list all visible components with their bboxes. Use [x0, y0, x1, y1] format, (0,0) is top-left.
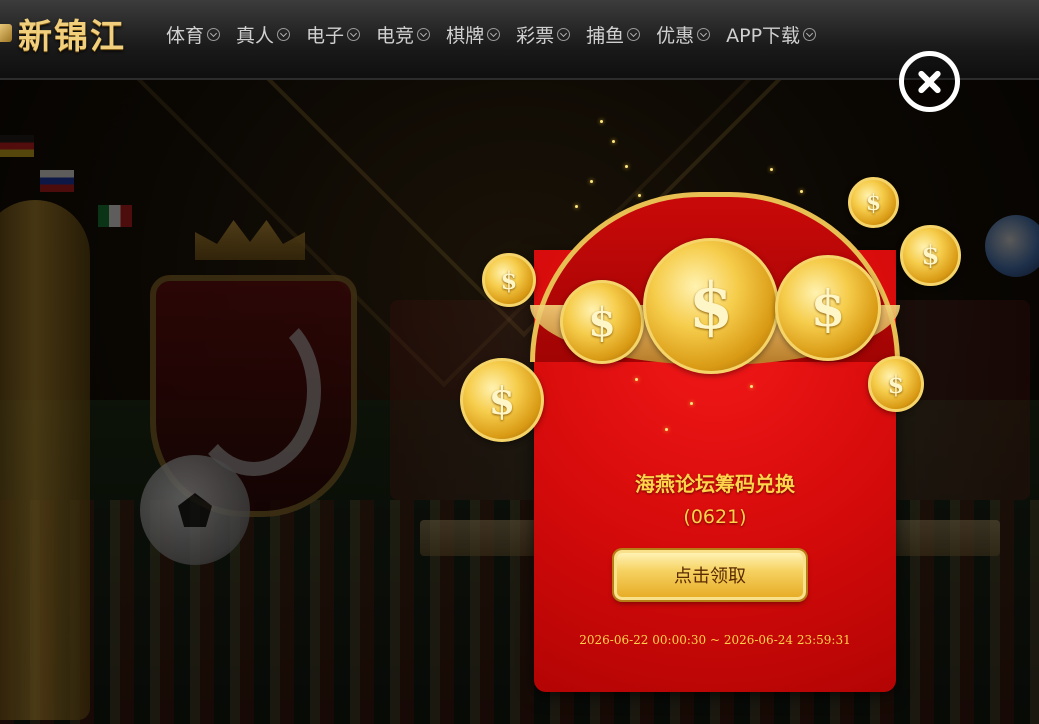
red-envelope-popup: $ $ $ $ $ $ $ $ 海燕论坛筹码兑换 (0621) 点击领取 202… — [460, 110, 961, 700]
chevron-down-icon — [207, 27, 221, 41]
sparkle-decoration — [800, 190, 803, 193]
claim-button-label: 点击领取 — [674, 566, 746, 587]
gold-coin-icon: $ — [643, 238, 779, 374]
gold-coin-icon: $ — [900, 225, 961, 286]
sparkle-decoration — [690, 402, 693, 405]
gold-coin-icon: $ — [460, 358, 544, 442]
nav-item-label: APP下载 — [726, 24, 801, 47]
nav-item-app-download[interactable]: APP下载 — [726, 21, 817, 48]
nav-item-label: 捕鱼 — [586, 24, 625, 47]
nav-item-label: 电子 — [306, 24, 345, 47]
nav-item-label: 电竞 — [376, 24, 415, 47]
nav-item-promotions[interactable]: 优惠 — [656, 21, 711, 48]
popup-title: 海燕论坛筹码兑换 — [635, 472, 795, 496]
popup-code: (0621) — [683, 506, 747, 528]
nav-item-fishing[interactable]: 捕鱼 — [586, 21, 641, 48]
sparkle-decoration — [612, 140, 615, 143]
logo-mark-icon — [0, 24, 12, 42]
chevron-down-icon — [487, 27, 501, 41]
top-nav-bar: 新锦江 体育 真人 电子 电竞 棋牌 彩票 捕鱼 优惠 APP下载 — [0, 0, 1039, 80]
site-logo[interactable]: 新锦江 — [0, 8, 126, 58]
claim-button[interactable]: 点击领取 — [614, 550, 806, 600]
nav-item-live-casino[interactable]: 真人 — [236, 21, 291, 48]
gold-coin-icon: $ — [848, 177, 899, 228]
gold-coin-icon: $ — [482, 253, 536, 307]
gold-coin-icon: $ — [868, 356, 924, 412]
chevron-down-icon — [417, 27, 431, 41]
gold-coin-icon: $ — [775, 255, 881, 361]
chevron-down-icon — [557, 27, 571, 41]
chevron-down-icon — [277, 27, 291, 41]
nav-item-esports[interactable]: 电竞 — [376, 21, 431, 48]
sparkle-decoration — [665, 428, 668, 431]
close-popup-button[interactable] — [899, 51, 960, 112]
sparkle-decoration — [635, 378, 638, 381]
nav-item-sports[interactable]: 体育 — [166, 21, 221, 48]
nav-item-label: 彩票 — [516, 24, 555, 47]
main-nav: 体育 真人 电子 电竞 棋牌 彩票 捕鱼 优惠 APP下载 — [166, 14, 832, 54]
chevron-down-icon — [697, 27, 711, 41]
gold-coin-icon: $ — [560, 280, 644, 364]
nav-item-label: 真人 — [236, 24, 275, 47]
nav-item-slots[interactable]: 电子 — [306, 21, 361, 48]
nav-item-label: 优惠 — [656, 24, 695, 47]
nav-item-board-games[interactable]: 棋牌 — [446, 21, 501, 48]
chevron-down-icon — [347, 27, 361, 41]
validity-period: 2026-06-22 00:00:30 ~ 2026-06-24 23:59:3… — [579, 633, 851, 647]
nav-item-lottery[interactable]: 彩票 — [516, 21, 571, 48]
sparkle-decoration — [750, 385, 753, 388]
nav-item-label: 体育 — [166, 24, 205, 47]
sparkle-decoration — [575, 205, 578, 208]
chevron-down-icon — [627, 27, 641, 41]
logo-text: 新锦江 — [18, 16, 126, 57]
sparkle-decoration — [590, 180, 593, 183]
sparkle-decoration — [600, 120, 603, 123]
sparkle-decoration — [638, 194, 641, 197]
sparkle-decoration — [770, 168, 773, 171]
chevron-down-icon — [803, 27, 817, 41]
sparkle-decoration — [625, 165, 628, 168]
nav-item-label: 棋牌 — [446, 24, 485, 47]
